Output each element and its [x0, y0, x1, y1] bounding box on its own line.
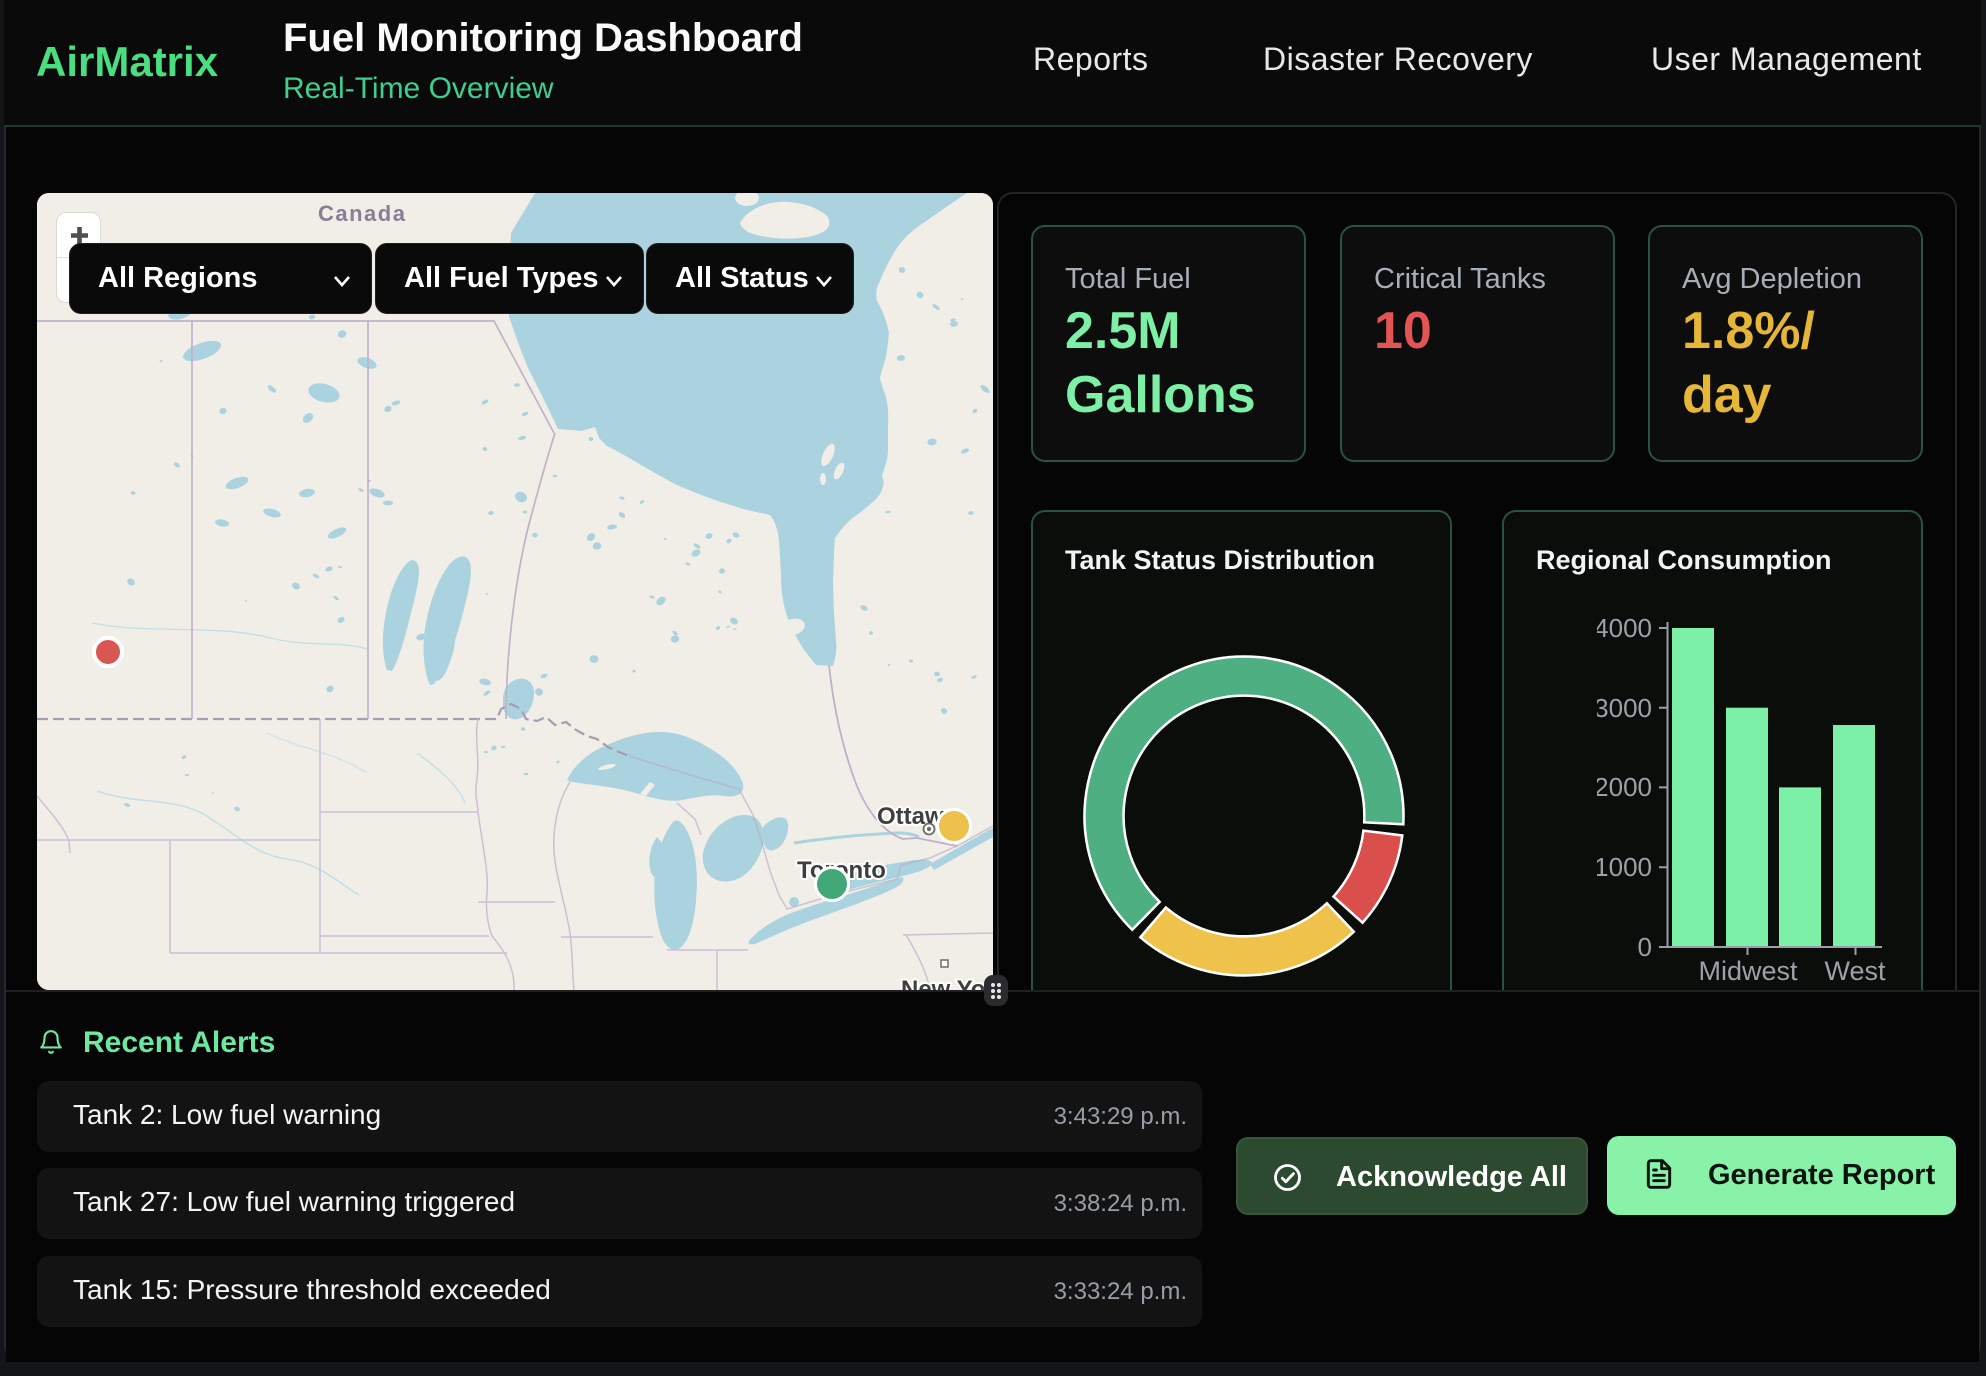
svg-text:West: West — [1824, 956, 1886, 986]
svg-text:1000: 1000 — [1597, 852, 1652, 882]
svg-text:Midwest: Midwest — [1698, 956, 1798, 986]
svg-text:Canada: Canada — [318, 201, 406, 226]
svg-text:0: 0 — [1638, 932, 1652, 962]
svg-text:3000: 3000 — [1597, 693, 1652, 723]
svg-text:New York: New York — [901, 976, 993, 990]
svg-text:2000: 2000 — [1597, 772, 1652, 802]
svg-text:4000: 4000 — [1597, 613, 1652, 643]
